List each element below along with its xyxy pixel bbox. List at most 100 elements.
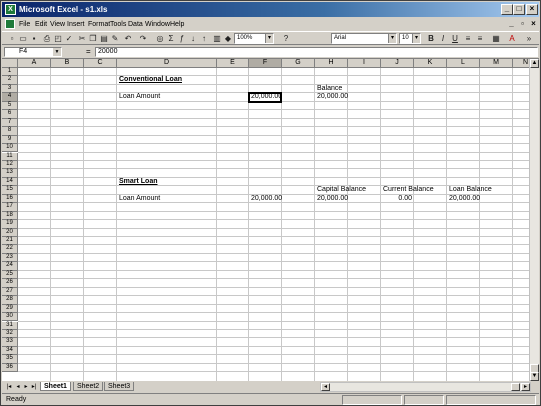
scroll-thumb-horizontal[interactable] xyxy=(511,383,520,391)
bold-button[interactable]: B xyxy=(426,34,436,44)
align-left-icon[interactable]: ≡ xyxy=(463,34,473,44)
active-cell-border[interactable] xyxy=(248,92,282,103)
excel-app-icon[interactable]: X xyxy=(5,4,16,15)
column-header-l[interactable]: L xyxy=(447,59,480,68)
formula-input[interactable]: 20000 xyxy=(95,47,538,57)
function-icon[interactable]: ƒ xyxy=(177,34,187,44)
menu-edit[interactable]: Edit xyxy=(35,20,47,29)
row-header-33[interactable]: 33 xyxy=(2,338,18,347)
spelling-icon[interactable]: ✓ xyxy=(64,34,74,44)
copy-icon[interactable]: ❐ xyxy=(88,34,98,44)
tab-sheet3[interactable]: Sheet3 xyxy=(104,382,135,391)
row-header-28[interactable]: 28 xyxy=(2,296,18,305)
row-header-12[interactable]: 12 xyxy=(2,160,18,170)
autosum-icon[interactable]: Σ xyxy=(166,34,176,44)
row-header-32[interactable]: 32 xyxy=(2,329,18,339)
row-header-1[interactable]: 1 xyxy=(2,68,18,77)
column-header-e[interactable]: E xyxy=(217,59,249,68)
row-header-10[interactable]: 10 xyxy=(2,144,18,153)
scroll-down-icon[interactable]: ▼ xyxy=(530,372,539,381)
cell-j15[interactable]: Current Balance xyxy=(383,186,434,194)
workbook-icon[interactable] xyxy=(5,19,15,29)
cell-l16[interactable]: 20,000.00 xyxy=(449,195,480,203)
drawing-icon[interactable]: ◆ xyxy=(223,34,233,44)
cell-d4[interactable]: Loan Amount xyxy=(119,93,160,101)
minimize-button[interactable]: _ xyxy=(501,4,513,15)
maximize-button[interactable]: □ xyxy=(513,4,525,15)
row-header-31[interactable]: 31 xyxy=(2,321,18,330)
row-header-34[interactable]: 34 xyxy=(2,346,18,356)
column-header-h[interactable]: H xyxy=(315,59,348,68)
row-header-36[interactable]: 36 xyxy=(2,363,18,373)
prev-sheet-icon[interactable]: ◂ xyxy=(14,383,22,391)
column-header-g[interactable]: G xyxy=(282,59,315,68)
save-icon[interactable]: ▪ xyxy=(29,34,39,44)
borders-icon[interactable]: ▦ xyxy=(491,34,501,44)
column-header-i[interactable]: I xyxy=(348,59,381,68)
row-header-5[interactable]: 5 xyxy=(2,101,18,111)
scroll-up-icon[interactable]: ▲ xyxy=(530,59,539,68)
chevron-down-icon[interactable]: ▾ xyxy=(388,34,396,43)
doc-close-button[interactable]: × xyxy=(529,20,538,29)
cell-d14[interactable]: Smart Loan xyxy=(119,178,158,186)
row-header-2[interactable]: 2 xyxy=(2,76,18,85)
chart-wizard-icon[interactable]: ▥ xyxy=(212,34,222,44)
column-header-k[interactable]: K xyxy=(414,59,447,68)
row-header-13[interactable]: 13 xyxy=(2,169,18,178)
doc-minimize-button[interactable]: _ xyxy=(507,20,516,29)
cell-l15[interactable]: Loan Balance xyxy=(449,186,492,194)
paste-icon[interactable]: ▤ xyxy=(99,34,109,44)
name-box[interactable]: F4 ▼ xyxy=(4,47,62,57)
row-header-35[interactable]: 35 xyxy=(2,355,18,364)
row-header-15[interactable]: 15 xyxy=(2,186,18,195)
chevron-down-icon[interactable]: ▾ xyxy=(265,34,273,43)
menu-view[interactable]: View xyxy=(50,20,65,29)
row-header-27[interactable]: 27 xyxy=(2,287,18,297)
menu-format[interactable]: Format xyxy=(88,20,110,29)
underline-button[interactable]: U xyxy=(450,34,460,44)
chevron-down-icon[interactable]: ▼ xyxy=(53,48,61,56)
row-header-23[interactable]: 23 xyxy=(2,253,18,263)
tab-sheet2[interactable]: Sheet2 xyxy=(73,382,104,391)
row-header-6[interactable]: 6 xyxy=(2,110,18,119)
cell-h16[interactable]: 20,000.00 xyxy=(317,195,348,203)
row-header-22[interactable]: 22 xyxy=(2,245,18,254)
row-header-19[interactable]: 19 xyxy=(2,220,18,229)
menu-data[interactable]: Data xyxy=(128,20,143,29)
doc-restore-button[interactable]: ▫ xyxy=(518,20,527,29)
chevron-down-icon[interactable]: ▾ xyxy=(412,34,420,43)
row-header-3[interactable]: 3 xyxy=(2,84,18,94)
column-header-c[interactable]: C xyxy=(84,59,117,68)
column-header-b[interactable]: B xyxy=(51,59,84,68)
row-header-25[interactable]: 25 xyxy=(2,270,18,280)
row-header-20[interactable]: 20 xyxy=(2,228,18,237)
next-sheet-icon[interactable]: ▸ xyxy=(22,383,30,391)
hyperlink-icon[interactable]: ◎ xyxy=(155,34,165,44)
row-header-17[interactable]: 17 xyxy=(2,203,18,212)
toolbar-options-icon[interactable]: » xyxy=(524,34,534,44)
cell-f16[interactable]: 20,000.00 xyxy=(251,195,282,203)
last-sheet-icon[interactable]: ▸| xyxy=(30,383,38,391)
scroll-left-icon[interactable]: ◂ xyxy=(321,383,330,391)
row-header-9[interactable]: 9 xyxy=(2,135,18,145)
font-size-select[interactable]: 10 ▾ xyxy=(399,33,421,44)
row-header-26[interactable]: 26 xyxy=(2,279,18,288)
zoom-select[interactable]: 100% ▾ xyxy=(234,33,274,44)
row-header-8[interactable]: 8 xyxy=(2,127,18,136)
row-header-24[interactable]: 24 xyxy=(2,262,18,271)
menu-help[interactable]: Help xyxy=(170,20,184,29)
column-header-m[interactable]: M xyxy=(480,59,513,68)
redo-icon[interactable]: ↷ xyxy=(138,34,148,44)
row-header-7[interactable]: 7 xyxy=(2,118,18,128)
sort-descending-icon[interactable]: ↑ xyxy=(199,34,209,44)
column-header-f[interactable]: F xyxy=(249,59,282,68)
worksheet-grid[interactable]: ABCDEFGHIJKLMN 1 2 3 4 5 6 7 8 9 10 11 12 13 14 15 16 17… xyxy=(2,58,539,381)
undo-icon[interactable]: ↶ xyxy=(123,34,133,44)
cell-h3[interactable]: Balance xyxy=(317,85,342,93)
format-painter-icon[interactable]: ✎ xyxy=(110,34,120,44)
new-icon[interactable]: ▫ xyxy=(7,34,17,44)
menu-window[interactable]: Window xyxy=(145,20,170,29)
menu-tools[interactable]: Tools xyxy=(110,20,126,29)
scroll-right-icon[interactable]: ▸ xyxy=(521,383,530,391)
horizontal-scrollbar[interactable]: ◂ ▸ xyxy=(320,382,531,392)
